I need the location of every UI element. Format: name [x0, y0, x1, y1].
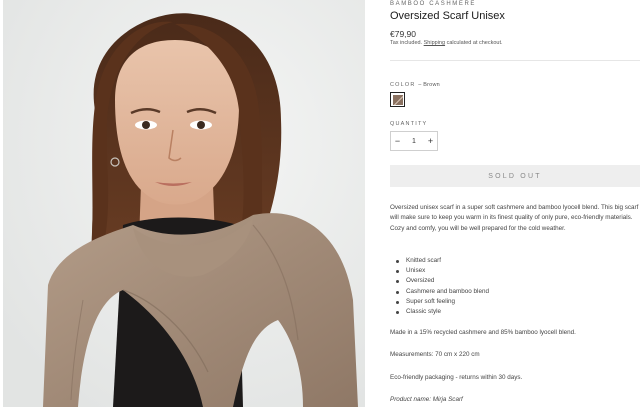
product-price: €79,90: [390, 29, 416, 39]
list-item: Cashmere and bamboo blend: [396, 287, 489, 297]
color-swatch-brown[interactable]: [390, 92, 405, 107]
measurements-text: Measurements: 70 cm x 220 cm: [390, 351, 480, 358]
shipping-link[interactable]: Shipping: [424, 40, 445, 46]
tax-prefix: Tax included.: [390, 40, 423, 46]
product-title: Oversized Scarf Unisex: [390, 10, 505, 22]
color-option-label: COLOR – Brown: [390, 82, 440, 88]
quantity-stepper: − +: [390, 131, 438, 151]
vendor-name: BAMBOO CASHMERE: [390, 1, 477, 7]
packaging-text: Eco-friendly packaging - returns within …: [390, 374, 523, 381]
feature-list: Knitted scarf Unisex Oversized Cashmere …: [396, 256, 489, 317]
swatch-chip: [392, 94, 403, 105]
product-info: BAMBOO CASHMERE Oversized Scarf Unisex €…: [390, 0, 640, 407]
quantity-input[interactable]: [404, 137, 424, 145]
color-label: COLOR: [390, 82, 416, 88]
material-text: Made in a 15% recycled cashmere and 85% …: [390, 329, 576, 336]
description-intro: Oversized unisex scarf in a super soft c…: [390, 204, 639, 232]
list-item: Classic style: [396, 307, 489, 317]
product-photo: [3, 0, 365, 407]
list-item: Oversized: [396, 276, 489, 286]
quantity-decrease-button[interactable]: −: [391, 132, 404, 150]
divider: [390, 60, 640, 61]
sold-out-button[interactable]: SOLD OUT: [390, 165, 640, 187]
quantity-increase-button[interactable]: +: [424, 132, 437, 150]
quantity-label: QUANTITY: [390, 121, 428, 127]
color-selected-value: – Brown: [418, 82, 440, 88]
list-item: Unisex: [396, 266, 489, 276]
product-name-text: Product name: Mirja Scarf: [390, 396, 463, 403]
list-item: Knitted scarf: [396, 256, 489, 266]
list-item: Super soft feeling: [396, 297, 489, 307]
tax-note: Tax included. Shipping calculated at che…: [390, 40, 503, 46]
tax-suffix: calculated at checkout.: [446, 40, 503, 46]
product-image[interactable]: [3, 0, 365, 407]
